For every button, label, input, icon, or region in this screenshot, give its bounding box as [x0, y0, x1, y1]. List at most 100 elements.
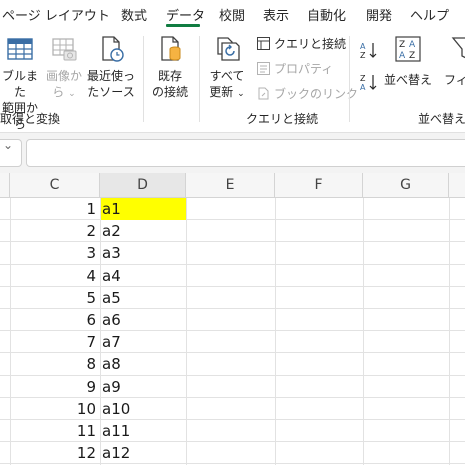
refresh-all-label-2: 更新 ⌄: [209, 85, 245, 99]
ribbon-tab-bar: ページ レイアウト 数式 データ 校閲 表示 自動化 開発 ヘルプ: [0, 0, 465, 28]
cell-c-value[interactable]: 3: [10, 242, 96, 264]
cell-c-value[interactable]: 10: [10, 398, 96, 420]
existing-connections-label-2: の接続: [151, 85, 188, 99]
grid-column-line: [449, 198, 450, 465]
column-header-next[interactable]: [449, 173, 465, 197]
column-header-f[interactable]: F: [275, 173, 363, 197]
cell-d-value[interactable]: a8: [101, 353, 186, 375]
cell-d-value[interactable]: a12: [101, 442, 186, 464]
recent-sources-label-2: たソース: [87, 85, 135, 99]
cell-d-value[interactable]: a3: [101, 242, 186, 264]
ribbon-separator: [349, 36, 350, 122]
cell-c-value[interactable]: 6: [10, 309, 96, 331]
cell-d-value[interactable]: a5: [101, 287, 186, 309]
grid-column-line: [363, 198, 364, 465]
tab-formulas[interactable]: 数式: [121, 5, 147, 27]
svg-text:Z: Z: [360, 51, 366, 60]
active-tab-indicator: [166, 24, 200, 27]
sort-ascending-icon: A Z: [360, 42, 377, 60]
chevron-down-icon: ⌄: [237, 89, 245, 99]
formula-bar: ⌄: [0, 133, 465, 173]
edit-links-button[interactable]: ブックのリンク: [256, 86, 358, 102]
ribbon: ブルまた 範囲から 画像か ら ⌄ 最近使っ たソース 既存 の接続 取得と変換…: [0, 28, 465, 133]
svg-text:Z: Z: [409, 51, 415, 61]
cell-d-value[interactable]: a10: [101, 398, 186, 420]
column-header-bar: C D E F G: [0, 173, 465, 198]
grid-column-line: [186, 198, 187, 465]
cell-d-value[interactable]: a11: [101, 420, 186, 442]
queries-icon: [257, 37, 270, 50]
sort-descending-icon: Z A: [360, 74, 377, 92]
properties-icon: [257, 62, 270, 75]
svg-text:A: A: [360, 42, 366, 51]
group-label-queries-connections: クエリと接続: [246, 112, 319, 126]
group-label-sort-filter: 並べ替え: [418, 112, 465, 126]
existing-connections-label-1: 既存: [157, 69, 182, 83]
formula-input[interactable]: [26, 139, 465, 167]
tab-page-layout[interactable]: ページ レイアウト: [2, 5, 110, 27]
clock-document-icon: [102, 36, 124, 62]
tab-view[interactable]: 表示: [263, 5, 289, 27]
cell-c-value[interactable]: 5: [10, 287, 96, 309]
from-picture-label-1: 画像か: [46, 69, 83, 83]
svg-text:A: A: [360, 83, 366, 92]
cell-c-value[interactable]: 12: [10, 442, 96, 464]
cell-c-value[interactable]: 8: [10, 353, 96, 375]
group-label-get-transform: 取得と変換: [0, 112, 61, 126]
cell-d-value[interactable]: a1: [101, 198, 186, 220]
cell-c-value[interactable]: 2: [10, 220, 96, 242]
tab-review[interactable]: 校閲: [219, 5, 245, 27]
ribbon-separator: [143, 36, 144, 122]
tab-developer[interactable]: 開発: [366, 5, 392, 27]
cell-d-value[interactable]: a7: [101, 331, 186, 353]
cell-c-value[interactable]: 7: [10, 331, 96, 353]
existing-connections-button[interactable]: 既存 の接続: [150, 34, 190, 100]
cell-c-value[interactable]: 1: [10, 198, 96, 220]
cell-d-value[interactable]: a6: [101, 309, 186, 331]
recent-sources-button[interactable]: 最近使っ たソース: [86, 34, 136, 100]
table-icon: [7, 38, 33, 60]
cell-c-value[interactable]: 4: [10, 265, 96, 287]
tab-help[interactable]: ヘルプ: [410, 5, 449, 27]
chevron-down-icon[interactable]: ⌄: [3, 138, 13, 152]
tab-automate[interactable]: 自動化: [307, 5, 346, 27]
from-picture-button[interactable]: 画像か ら ⌄: [46, 34, 82, 102]
refresh-all-label-1: すべて: [209, 69, 245, 83]
filter-label: フィル: [444, 73, 465, 87]
sort-ascending-button[interactable]: A Z: [359, 40, 382, 61]
from-picture-label-2: ら ⌄: [52, 85, 76, 99]
queries-connections-button[interactable]: クエリと接続: [256, 36, 346, 52]
column-header-e[interactable]: E: [186, 173, 275, 197]
sort-button[interactable]: Z A A Z 並べ替え: [384, 34, 432, 88]
picture-table-icon: [52, 38, 77, 61]
links-icon: [258, 87, 269, 100]
cell-c-value[interactable]: 9: [10, 376, 96, 398]
from-table-label-1: ブルまた: [1, 69, 38, 99]
database-document-icon: [161, 36, 181, 61]
sort-label: 並べ替え: [384, 73, 433, 87]
cell-d-value[interactable]: a9: [101, 376, 186, 398]
column-header-c[interactable]: C: [10, 173, 100, 197]
filter-button[interactable]: フィル: [444, 34, 465, 88]
svg-text:Z: Z: [399, 40, 405, 50]
svg-text:A: A: [409, 40, 416, 50]
cell-c-value[interactable]: 11: [10, 420, 96, 442]
cell-d-value[interactable]: a2: [101, 220, 186, 242]
grid-column-line: [275, 198, 276, 465]
ribbon-separator: [199, 36, 200, 122]
worksheet-grid[interactable]: 1 a1 2 a2 3 a3 4 a4 5 a5 6 a6 7 a7 8 a8 9 a9 10 a10 11 a11 12 a…: [0, 198, 465, 465]
chevron-down-icon: ⌄: [68, 89, 76, 99]
refresh-icon: [217, 37, 240, 61]
svg-text:Z: Z: [360, 74, 366, 83]
svg-text:A: A: [399, 51, 406, 61]
sort-descending-button[interactable]: Z A: [359, 72, 382, 93]
properties-button[interactable]: プロパティ: [256, 61, 333, 77]
filter-icon: [451, 37, 465, 59]
column-header-d[interactable]: D: [100, 173, 186, 197]
recent-sources-label-1: 最近使っ: [86, 69, 135, 83]
refresh-all-button[interactable]: すべて 更新 ⌄: [204, 34, 250, 102]
column-header-g[interactable]: G: [363, 173, 449, 197]
sort-dialog-icon: Z A A Z: [395, 36, 421, 62]
column-header-partial[interactable]: [0, 173, 10, 197]
cell-d-value[interactable]: a4: [101, 265, 186, 287]
